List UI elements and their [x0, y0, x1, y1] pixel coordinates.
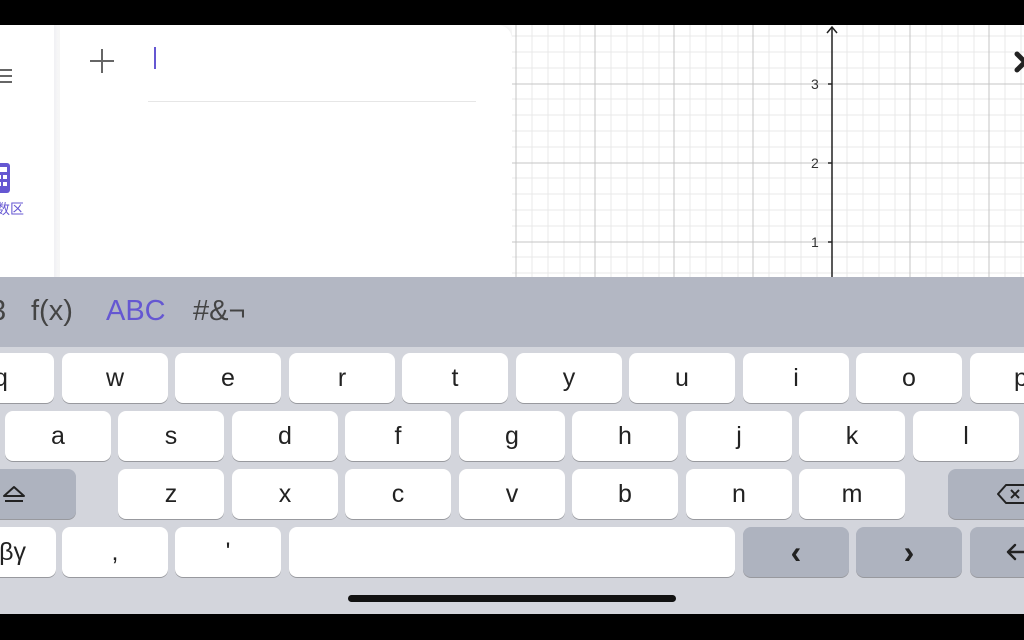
y-tick-label-2: 2: [811, 155, 819, 171]
key-o[interactable]: o: [856, 353, 962, 403]
keyboard-tabs: 3 f(x) ABC #&¬: [0, 277, 1024, 347]
key-j[interactable]: j: [686, 411, 792, 461]
key-apostrophe[interactable]: ': [175, 527, 281, 577]
enter-key[interactable]: [970, 527, 1024, 577]
key-z[interactable]: z: [118, 469, 224, 519]
y-tick-label-3: 3: [811, 76, 819, 92]
key-q[interactable]: q: [0, 353, 54, 403]
enter-arrow-icon: [1006, 543, 1024, 561]
key-n[interactable]: n: [686, 469, 792, 519]
shift-icon: [3, 486, 25, 502]
key-g[interactable]: g: [459, 411, 565, 461]
side-menu: 数区: [0, 25, 56, 277]
key-e[interactable]: e: [175, 353, 281, 403]
bottom-letterbox: [0, 614, 1024, 640]
key-u[interactable]: u: [629, 353, 735, 403]
key-comma[interactable]: ,: [62, 527, 168, 577]
key-l[interactable]: l: [913, 411, 1019, 461]
key-d[interactable]: d: [232, 411, 338, 461]
y-tick-label-1: 1: [811, 234, 819, 250]
top-letterbox: [0, 0, 1024, 25]
add-item-button[interactable]: [88, 47, 116, 75]
key-b[interactable]: b: [572, 469, 678, 519]
greek-key[interactable]: βγ: [0, 527, 56, 577]
grid: [512, 25, 1024, 277]
calculator-label: 数区: [0, 201, 24, 217]
y-axis: [826, 25, 838, 277]
tab-numbers[interactable]: 3: [0, 295, 6, 328]
key-a[interactable]: a: [5, 411, 111, 461]
key-p[interactable]: p: [970, 353, 1024, 403]
key-t[interactable]: t: [402, 353, 508, 403]
key-c[interactable]: c: [345, 469, 451, 519]
key-s[interactable]: s: [118, 411, 224, 461]
backspace-icon: [997, 484, 1024, 504]
shift-key[interactable]: [0, 469, 76, 519]
key-r[interactable]: r: [289, 353, 395, 403]
home-indicator[interactable]: [348, 595, 676, 602]
key-x[interactable]: x: [232, 469, 338, 519]
key-h[interactable]: h: [572, 411, 678, 461]
calculator-icon[interactable]: [0, 163, 10, 193]
tab-symbols[interactable]: #&¬: [193, 295, 245, 328]
cursor-right-key[interactable]: ›: [856, 527, 962, 577]
tab-abc[interactable]: ABC: [106, 295, 166, 328]
algebra-input[interactable]: [148, 25, 476, 102]
key-y[interactable]: y: [516, 353, 622, 403]
math-keyboard: 3 f(x) ABC #&¬ q w e r t y u i o p a s d…: [0, 277, 1024, 614]
cursor-left-key[interactable]: ‹: [743, 527, 849, 577]
key-v[interactable]: v: [459, 469, 565, 519]
algebra-panel: [60, 25, 512, 277]
key-i[interactable]: i: [743, 353, 849, 403]
tab-functions[interactable]: f(x): [31, 295, 73, 328]
key-m[interactable]: m: [799, 469, 905, 519]
close-icon[interactable]: [1014, 51, 1024, 73]
backspace-key[interactable]: [948, 469, 1024, 519]
graphics-view[interactable]: 3 2 1: [512, 25, 1024, 277]
geogebra-app: 数区 3 2 1: [0, 25, 1024, 277]
menu-icon[interactable]: [0, 69, 12, 83]
space-key[interactable]: [289, 527, 735, 577]
text-caret: [154, 47, 156, 69]
key-w[interactable]: w: [62, 353, 168, 403]
key-k[interactable]: k: [799, 411, 905, 461]
key-f[interactable]: f: [345, 411, 451, 461]
